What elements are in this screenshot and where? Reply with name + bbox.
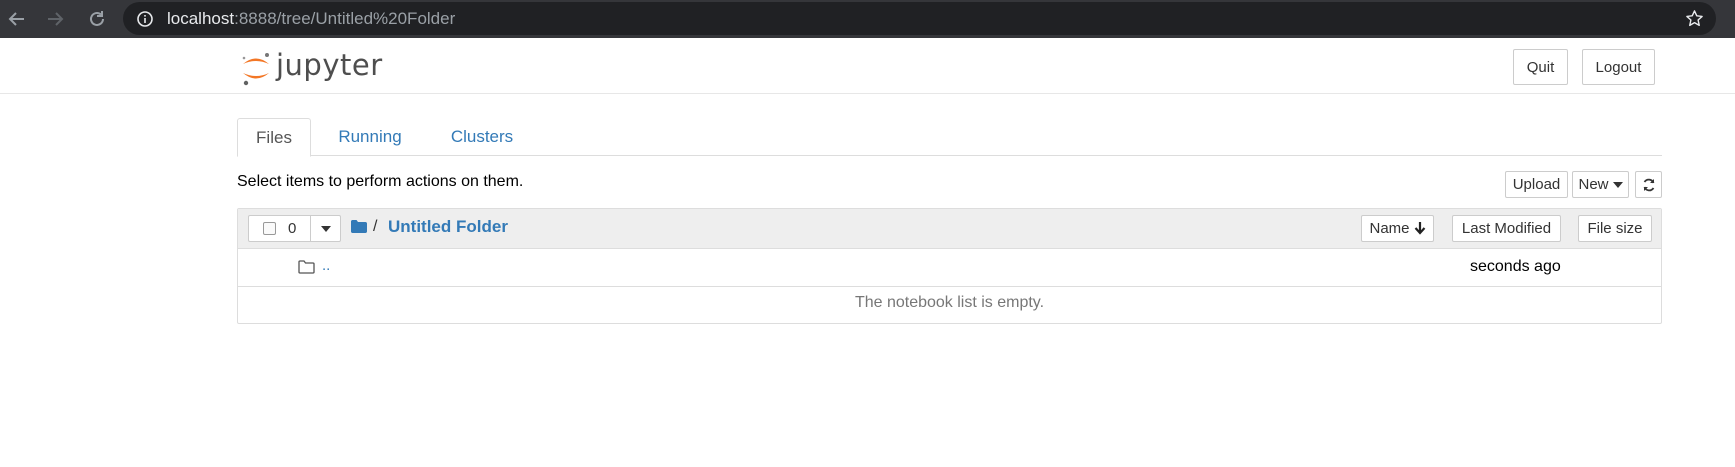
tab-running[interactable]: Running (317, 118, 423, 156)
list-header: 0 / Untitled Folder Name Last Modified F… (238, 209, 1661, 249)
forward-button[interactable] (42, 6, 68, 32)
refresh-button[interactable] (1635, 171, 1662, 198)
url-host: localhost (167, 9, 235, 28)
new-dropdown-button[interactable]: New (1572, 171, 1629, 198)
info-icon[interactable] (137, 11, 153, 27)
quit-button[interactable]: Quit (1513, 49, 1568, 85)
selection-hint: Select items to perform actions on them. (237, 173, 524, 190)
arrow-down-icon (1414, 222, 1425, 235)
jupyter-header: jupyter Quit Logout (0, 38, 1735, 94)
back-button[interactable] (4, 6, 30, 32)
last-modified-value: seconds ago (1470, 258, 1561, 275)
list-item-parent-folder[interactable]: .. seconds ago (238, 249, 1661, 287)
logo-text: jupyter (276, 48, 383, 82)
caret-down-icon (321, 225, 331, 232)
selected-count: 0 (288, 220, 297, 237)
notebook-list: 0 / Untitled Folder Name Last Modified F… (237, 208, 1662, 324)
browser-toolbar: localhost:8888/tree/Untitled%20Folder (0, 0, 1735, 38)
folder-icon[interactable] (351, 220, 367, 233)
reload-button[interactable] (84, 6, 110, 32)
sort-name-button[interactable]: Name (1361, 215, 1434, 242)
url-path: :8888/tree/Untitled%20Folder (234, 9, 456, 28)
select-all-group: 0 (248, 215, 341, 242)
sort-name-label: Name (1369, 220, 1410, 237)
upload-button[interactable]: Upload (1505, 171, 1568, 198)
folder-outline-icon (298, 260, 315, 274)
sort-last-modified-button[interactable]: Last Modified (1452, 215, 1561, 242)
jupyter-logo[interactable]: jupyter (240, 48, 383, 86)
bookmark-star-icon[interactable] (1685, 9, 1704, 28)
parent-folder-link[interactable]: .. (322, 257, 330, 274)
empty-list-message: The notebook list is empty. (854, 294, 1045, 311)
logout-button[interactable]: Logout (1582, 49, 1655, 85)
refresh-icon (1643, 178, 1654, 191)
breadcrumb-separator: / (373, 218, 378, 235)
jupyter-logo-icon (242, 53, 269, 86)
reload-icon (90, 11, 104, 26)
selection-menu-button[interactable] (310, 215, 341, 242)
sort-file-size-button[interactable]: File size (1578, 215, 1652, 242)
caret-down-icon (1612, 181, 1623, 188)
tab-files[interactable]: Files (237, 118, 311, 157)
arrow-right-icon (48, 12, 64, 26)
new-button-label: New (1578, 176, 1609, 193)
address-bar[interactable]: localhost:8888/tree/Untitled%20Folder (123, 2, 1716, 35)
arrow-left-icon (8, 12, 24, 26)
url-text: localhost:8888/tree/Untitled%20Folder (167, 9, 455, 29)
tab-bar: Files Running Clusters (237, 118, 1662, 157)
breadcrumb-folder-link[interactable]: Untitled Folder (388, 217, 508, 237)
tab-clusters[interactable]: Clusters (429, 118, 535, 156)
select-all-checkbox[interactable] (263, 222, 276, 235)
